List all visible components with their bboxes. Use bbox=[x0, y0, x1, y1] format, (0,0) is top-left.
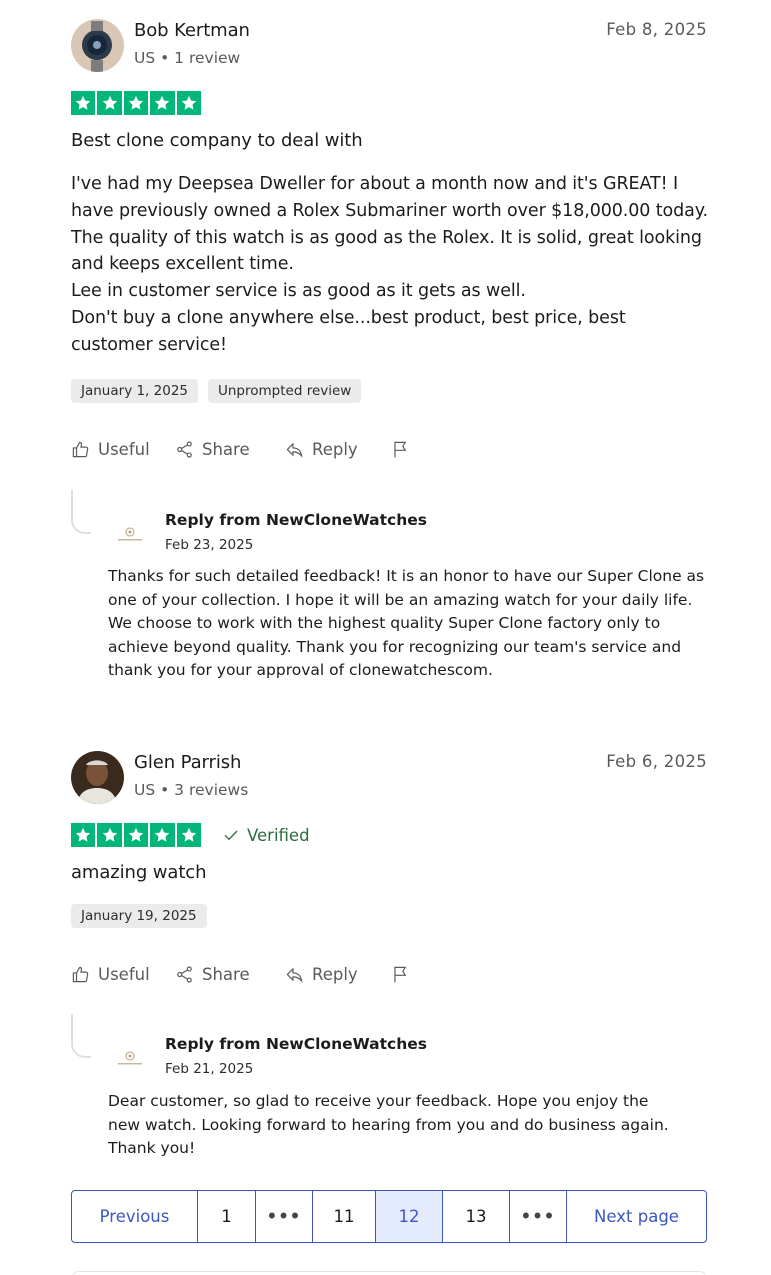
report-button[interactable] bbox=[391, 440, 410, 459]
star-icon bbox=[97, 823, 122, 847]
star-icon bbox=[71, 91, 96, 115]
reply-author: Reply from NewCloneWatches bbox=[165, 1035, 428, 1053]
experience-date-chip: January 19, 2025 bbox=[71, 904, 207, 928]
star-icon bbox=[123, 823, 149, 847]
review-body: I've had my Deepsea Dweller for about a … bbox=[71, 174, 709, 355]
share-icon bbox=[177, 966, 192, 983]
page-button-1[interactable]: 1 bbox=[198, 1191, 256, 1242]
reviewer-meta: US • 1 review bbox=[134, 49, 241, 67]
reply-icon bbox=[286, 442, 303, 458]
reply-button[interactable]: Reply bbox=[285, 440, 391, 459]
next-page-button[interactable]: Next page bbox=[567, 1191, 706, 1242]
share-button[interactable]: Share bbox=[175, 965, 285, 984]
page-button-13[interactable]: 13 bbox=[443, 1191, 510, 1242]
star-icon bbox=[71, 823, 96, 847]
reply-text: Dear customer, so glad to receive your f… bbox=[108, 1092, 669, 1158]
previous-page-button[interactable]: Previous bbox=[72, 1191, 198, 1242]
page-ellipsis: ••• bbox=[510, 1191, 567, 1242]
star-icon bbox=[150, 91, 175, 115]
reviewer-name[interactable]: Bob Kertman bbox=[134, 20, 250, 41]
experience-date-chip: January 1, 2025 bbox=[71, 379, 198, 403]
thumbs-up-icon bbox=[72, 441, 89, 458]
reply-icon bbox=[286, 967, 303, 983]
company-logo bbox=[115, 1044, 145, 1074]
review-title[interactable]: Best clone company to deal with bbox=[71, 130, 363, 151]
page-ellipsis: ••• bbox=[256, 1191, 313, 1242]
share-label: Share bbox=[202, 965, 250, 984]
reply-label: Reply bbox=[312, 440, 358, 459]
next-section-card bbox=[71, 1271, 707, 1275]
star-rating bbox=[71, 91, 201, 115]
avatar[interactable] bbox=[71, 751, 124, 804]
pagination: Previous 1 ••• 11 12 13 ••• Next page bbox=[71, 1190, 707, 1243]
review-title[interactable]: amazing watch bbox=[71, 862, 207, 883]
review-chips: January 1, 2025 Unprompted review bbox=[71, 379, 362, 403]
review-date: Feb 6, 2025 bbox=[606, 752, 707, 771]
useful-button[interactable]: Useful bbox=[71, 965, 175, 984]
page-button-12-current[interactable]: 12 bbox=[376, 1191, 443, 1242]
company-logo bbox=[115, 520, 145, 550]
useful-label: Useful bbox=[98, 965, 150, 984]
star-icon bbox=[176, 91, 201, 115]
star-icon bbox=[176, 823, 201, 847]
star-icon bbox=[150, 823, 175, 847]
reviewer-meta: US • 3 reviews bbox=[134, 781, 249, 799]
share-button[interactable]: Share bbox=[175, 440, 285, 459]
reply-date: Feb 21, 2025 bbox=[165, 1061, 254, 1077]
flag-icon bbox=[394, 966, 407, 983]
page-button-11[interactable]: 11 bbox=[313, 1191, 376, 1242]
review-date: Feb 8, 2025 bbox=[606, 20, 707, 39]
reply-button[interactable]: Reply bbox=[285, 965, 391, 984]
reviewer-name[interactable]: Glen Parrish bbox=[134, 752, 241, 773]
reply-connector bbox=[71, 490, 91, 534]
useful-button[interactable]: Useful bbox=[71, 440, 175, 459]
review-actions: Useful Share Reply bbox=[71, 440, 410, 459]
thumbs-up-icon bbox=[72, 966, 89, 983]
report-button[interactable] bbox=[391, 965, 410, 984]
reply-date: Feb 23, 2025 bbox=[165, 537, 254, 553]
star-icon bbox=[97, 91, 122, 115]
share-icon bbox=[177, 441, 192, 458]
useful-label: Useful bbox=[98, 440, 150, 459]
verified-label: Verified bbox=[247, 825, 310, 845]
unprompted-review-chip[interactable]: Unprompted review bbox=[208, 379, 362, 403]
review-chips: January 19, 2025 bbox=[71, 904, 207, 928]
review-actions: Useful Share Reply bbox=[71, 965, 410, 984]
avatar[interactable] bbox=[71, 19, 124, 72]
reply-author: Reply from NewCloneWatches bbox=[165, 511, 428, 529]
star-icon bbox=[123, 91, 149, 115]
reply-text: Thanks for such detailed feedback! It is… bbox=[108, 567, 705, 680]
checkmark-icon bbox=[224, 830, 238, 841]
flag-icon bbox=[394, 441, 407, 458]
reply-label: Reply bbox=[312, 965, 358, 984]
reply-connector bbox=[71, 1014, 91, 1058]
verified-badge[interactable]: Verified bbox=[223, 823, 310, 847]
share-label: Share bbox=[202, 440, 250, 459]
star-rating bbox=[71, 823, 201, 847]
